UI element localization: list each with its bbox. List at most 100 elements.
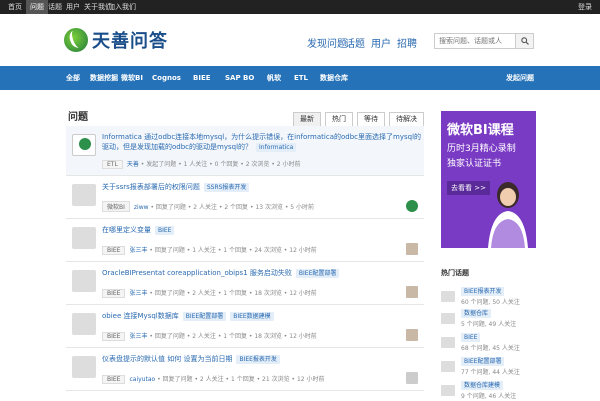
avatar[interactable] — [72, 356, 96, 378]
user-link[interactable]: 张三丰 — [129, 333, 147, 340]
user-link[interactable]: 张三丰 — [129, 247, 147, 254]
nav-item-data-mining[interactable]: 数据挖掘 — [90, 66, 118, 90]
tab-latest[interactable]: 最新 — [293, 112, 321, 127]
question-title-link[interactable]: Informatica 通过odbc连接本地mysql，为什么提示错误，在inf… — [102, 132, 422, 152]
avatar[interactable] — [72, 134, 96, 156]
user-link[interactable]: 张三丰 — [129, 290, 147, 297]
nav-item-etl[interactable]: ETL — [294, 66, 308, 90]
banner-line-2: 独家认证证书 — [447, 159, 502, 169]
category-badge[interactable]: BIEE — [102, 246, 126, 255]
nav-item-all[interactable]: 全部 — [66, 66, 80, 90]
question-stats: • 回复了问题 • 2 人关注 • 1 个回复 • 18 次浏览 • 12 小时… — [149, 333, 317, 340]
topic-icon[interactable] — [441, 361, 455, 372]
topic-name[interactable]: BIEE报表开发 — [461, 287, 505, 296]
carousel-dots[interactable] — [451, 239, 483, 248]
topic-tag[interactable]: BIEE配置部署 — [182, 312, 227, 321]
banner-title: 微软BI课程 — [447, 123, 514, 138]
topbar-link-topics[interactable]: 话题 — [48, 0, 62, 14]
topic-tag[interactable]: BIEE报表开发 — [236, 355, 280, 364]
question-stats: • 回复了问题 • 1 人关注 • 1 个回复 • 24 次浏览 • 12 小时… — [149, 247, 317, 254]
topic-tag[interactable]: Informatica — [256, 143, 297, 152]
topbar-link-questions[interactable]: 问题 — [26, 0, 48, 14]
topic-name[interactable]: 数据仓库 — [461, 309, 492, 318]
course-banner[interactable]: 微软BI课程 历时3月精心录制 独家认证证书 去看看 >> — [441, 111, 536, 248]
nav-item-fanruan[interactable]: 帆软 — [267, 66, 281, 90]
topbar-login-link[interactable]: 登录 — [578, 0, 592, 14]
user-link[interactable]: ziww — [134, 204, 149, 211]
user-link[interactable]: caiyutao — [129, 376, 155, 383]
question-title-link[interactable]: OracleBIPresentat coreapplication_obips1… — [102, 268, 422, 278]
question-title-link[interactable]: 仪表盘提示的默认值 如何 设置为当前日期 BIEE报表开发 — [102, 354, 422, 364]
question-title-link[interactable]: 在哪里定义变量 BIEE — [102, 225, 422, 235]
header-nav-discover[interactable]: 发现问题 — [307, 35, 347, 50]
topic-stats: 60 个问题, 50 人关注 — [461, 299, 520, 306]
topic-name[interactable]: BIEE — [461, 333, 481, 342]
category-badge[interactable]: ETL — [102, 160, 123, 169]
topic-tag[interactable]: SSRS报表开发 — [203, 183, 250, 192]
user-link[interactable]: 天善 — [127, 161, 139, 168]
question-title[interactable]: 在哪里定义变量 — [102, 226, 151, 234]
tab-waiting[interactable]: 等待 — [357, 112, 385, 127]
topbar-link-users[interactable]: 用户 — [66, 0, 80, 14]
question-stats: • 发起了问题 • 1 人关注 • 0 个回复 • 2 次浏览 • 2 小时前 — [140, 161, 301, 168]
topic-icon[interactable] — [441, 385, 455, 396]
topic-name[interactable]: 数据仓库建模 — [461, 381, 504, 390]
nav-item-microsoft-bi[interactable]: 微软BI — [121, 66, 143, 90]
replier-avatar[interactable] — [406, 286, 418, 298]
nav-item-data-warehouse[interactable]: 数据仓库 — [320, 66, 348, 90]
topic-name[interactable]: BIEE配置部署 — [461, 357, 505, 366]
tab-hot[interactable]: 热门 — [325, 112, 353, 127]
topic-item: BIEE配置部署 77 个问题, 44 人关注 — [441, 357, 536, 377]
nav-item-biee[interactable]: BIEE — [193, 66, 211, 90]
logo-icon[interactable] — [64, 28, 88, 52]
topic-icon[interactable] — [441, 337, 455, 348]
topbar-link-home[interactable]: 首页 — [8, 0, 22, 14]
topbar-link-join[interactable]: 加入我们 — [108, 0, 136, 14]
category-badge[interactable]: BIEE — [102, 289, 126, 298]
avatar[interactable] — [72, 227, 96, 249]
category-badge[interactable]: BIEE — [102, 332, 126, 341]
topic-stats: 77 个问题, 44 人关注 — [461, 369, 520, 376]
question-meta: BIEE 张三丰 • 回复了问题 • 1 人关注 • 1 个回复 • 24 次浏览… — [102, 245, 317, 255]
question-title[interactable]: 关于ssrs报表部署后的权限问题 — [102, 183, 200, 191]
topic-icon[interactable] — [441, 313, 455, 324]
question-stats: • 回复了问题 • 2 人关注 • 1 个回复 • 21 次浏览 • 12 小时… — [157, 376, 325, 383]
category-badge[interactable]: BIEE — [102, 375, 126, 384]
header-nav-users[interactable]: 用户 — [371, 35, 391, 50]
question-title[interactable]: obiee 连接Mysql数据库 — [102, 312, 179, 320]
header-nav-jobs[interactable]: 招聘 — [397, 35, 417, 50]
topic-tag[interactable]: BIEE数据建模 — [230, 312, 274, 321]
header-nav-topics[interactable]: 话题 — [345, 35, 365, 50]
question-title-link[interactable]: obiee 连接Mysql数据库 BIEE配置部署 BIEE数据建模 — [102, 311, 422, 321]
banner-person-image — [488, 182, 528, 248]
search-input[interactable] — [435, 34, 515, 48]
category-badge[interactable]: 微软BI — [102, 201, 130, 212]
page-title: 问题 — [68, 112, 88, 123]
avatar[interactable] — [72, 270, 96, 292]
avatar[interactable] — [72, 184, 96, 206]
question-title[interactable]: OracleBIPresentat coreapplication_obips1… — [102, 269, 292, 277]
search-button[interactable] — [515, 34, 533, 48]
question-list: Informatica 通过odbc连接本地mysql，为什么提示错误，在inf… — [66, 126, 424, 391]
search-icon — [521, 37, 529, 45]
question-title[interactable]: 仪表盘提示的默认值 如何 设置为当前日期 — [102, 355, 232, 363]
avatar[interactable] — [72, 313, 96, 335]
site-logo-text[interactable]: 天善问答 — [92, 27, 168, 53]
question-title-link[interactable]: 关于ssrs报表部署后的权限问题 SSRS报表开发 — [102, 182, 422, 192]
topic-tag[interactable]: BIEE — [155, 226, 175, 235]
topic-icon[interactable] — [441, 291, 455, 302]
question-meta: BIEE caiyutao • 回复了问题 • 2 人关注 • 1 个回复 • 2… — [102, 374, 325, 384]
list-item: Informatica 通过odbc连接本地mysql，为什么提示错误，在inf… — [66, 126, 424, 176]
replier-avatar[interactable] — [406, 372, 418, 384]
tab-unsolved[interactable]: 待解决 — [389, 112, 424, 127]
category-nav: 全部 数据挖掘 微软BI Cognos BIEE SAP BO 帆软 ETL 数… — [0, 66, 600, 90]
ask-question-link[interactable]: 发起问题 — [506, 66, 534, 90]
replier-avatar[interactable] — [406, 329, 418, 341]
nav-item-cognos[interactable]: Cognos — [152, 66, 181, 90]
nav-item-sap-bo[interactable]: SAP BO — [225, 66, 254, 90]
topic-tag[interactable]: BIEE配置部署 — [295, 269, 340, 278]
question-meta: 微软BI ziww • 回复了问题 • 2 人关注 • 2 个回复 • 13 次浏… — [102, 201, 314, 212]
replier-avatar[interactable] — [406, 200, 418, 212]
replier-avatar[interactable] — [406, 243, 418, 255]
list-item: obiee 连接Mysql数据库 BIEE配置部署 BIEE数据建模 BIEE 张三丰… — [66, 305, 424, 348]
